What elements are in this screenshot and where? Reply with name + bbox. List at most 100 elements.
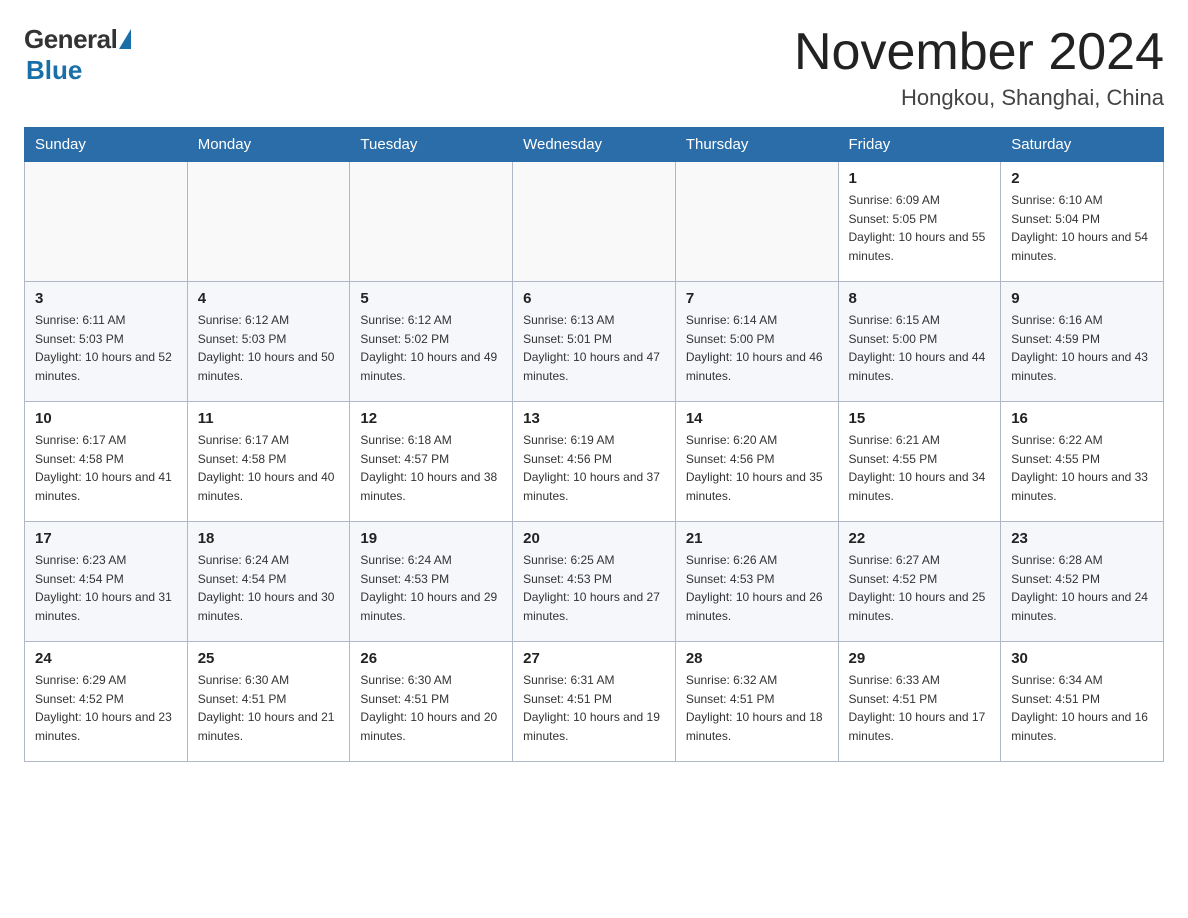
calendar-cell: 25Sunrise: 6:30 AMSunset: 4:51 PMDayligh… (187, 642, 350, 762)
day-info: Sunrise: 6:32 AMSunset: 4:51 PMDaylight:… (686, 671, 828, 745)
day-info: Sunrise: 6:22 AMSunset: 4:55 PMDaylight:… (1011, 431, 1153, 505)
day-info: Sunrise: 6:09 AMSunset: 5:05 PMDaylight:… (849, 191, 991, 265)
calendar-cell: 4 Sunrise: 6:12 AMSunset: 5:03 PMDaylight… (187, 282, 350, 402)
day-number: 12 (360, 410, 502, 427)
day-number: 4 (198, 290, 340, 307)
day-number: 23 (1011, 530, 1153, 547)
day-info: Sunrise: 6:33 AMSunset: 4:51 PMDaylight:… (849, 671, 991, 745)
day-number: 7 (686, 290, 828, 307)
calendar-cell: 19 Sunrise: 6:24 AMSunset: 4:53 PMDayligh… (350, 522, 513, 642)
calendar-cell: 11 Sunrise: 6:17 AMSunset: 4:58 PMDayligh… (187, 402, 350, 522)
calendar-cell (350, 162, 513, 282)
day-number: 29 (849, 650, 991, 667)
calendar-cell: 20 Sunrise: 6:25 AMSunset: 4:53 PMDayligh… (513, 522, 676, 642)
calendar-cell: 22Sunrise: 6:27 AMSunset: 4:52 PMDayligh… (838, 522, 1001, 642)
calendar-cell: 15 Sunrise: 6:21 AMSunset: 4:55 PMDayligh… (838, 402, 1001, 522)
weekday-header-tuesday: Tuesday (350, 128, 513, 162)
calendar-cell: 16 Sunrise: 6:22 AMSunset: 4:55 PMDayligh… (1001, 402, 1164, 522)
calendar-cell: 30 Sunrise: 6:34 AMSunset: 4:51 PMDayligh… (1001, 642, 1164, 762)
day-info: Sunrise: 6:14 AMSunset: 5:00 PMDaylight:… (686, 311, 828, 385)
location-title: Hongkou, Shanghai, China (794, 85, 1164, 111)
day-info: Sunrise: 6:13 AMSunset: 5:01 PMDaylight:… (523, 311, 665, 385)
weekday-header-monday: Monday (187, 128, 350, 162)
day-number: 26 (360, 650, 502, 667)
day-info: Sunrise: 6:21 AMSunset: 4:55 PMDaylight:… (849, 431, 991, 505)
day-info: Sunrise: 6:23 AMSunset: 4:54 PMDaylight:… (35, 551, 177, 625)
calendar-cell: 26Sunrise: 6:30 AMSunset: 4:51 PMDayligh… (350, 642, 513, 762)
calendar-cell: 13 Sunrise: 6:19 AMSunset: 4:56 PMDayligh… (513, 402, 676, 522)
weekday-header-sunday: Sunday (25, 128, 188, 162)
day-number: 18 (198, 530, 340, 547)
day-info: Sunrise: 6:34 AMSunset: 4:51 PMDaylight:… (1011, 671, 1153, 745)
day-number: 9 (1011, 290, 1153, 307)
day-number: 11 (198, 410, 340, 427)
day-info: Sunrise: 6:25 AMSunset: 4:53 PMDaylight:… (523, 551, 665, 625)
day-number: 30 (1011, 650, 1153, 667)
day-number: 20 (523, 530, 665, 547)
calendar-cell: 6 Sunrise: 6:13 AMSunset: 5:01 PMDaylight… (513, 282, 676, 402)
calendar-cell: 2Sunrise: 6:10 AMSunset: 5:04 PMDaylight… (1001, 162, 1164, 282)
logo: General Blue (24, 24, 131, 86)
day-number: 5 (360, 290, 502, 307)
day-number: 13 (523, 410, 665, 427)
calendar-cell: 23 Sunrise: 6:28 AMSunset: 4:52 PMDayligh… (1001, 522, 1164, 642)
day-info: Sunrise: 6:26 AMSunset: 4:53 PMDaylight:… (686, 551, 828, 625)
day-number: 17 (35, 530, 177, 547)
calendar-cell: 27Sunrise: 6:31 AMSunset: 4:51 PMDayligh… (513, 642, 676, 762)
day-info: Sunrise: 6:16 AMSunset: 4:59 PMDaylight:… (1011, 311, 1153, 385)
calendar-cell: 5 Sunrise: 6:12 AMSunset: 5:02 PMDaylight… (350, 282, 513, 402)
calendar-cell (25, 162, 188, 282)
day-number: 15 (849, 410, 991, 427)
day-number: 3 (35, 290, 177, 307)
calendar-cell: 8 Sunrise: 6:15 AMSunset: 5:00 PMDaylight… (838, 282, 1001, 402)
calendar-cell: 10 Sunrise: 6:17 AMSunset: 4:58 PMDayligh… (25, 402, 188, 522)
day-info: Sunrise: 6:17 AMSunset: 4:58 PMDaylight:… (198, 431, 340, 505)
day-info: Sunrise: 6:29 AMSunset: 4:52 PMDaylight:… (35, 671, 177, 745)
calendar-cell: 18 Sunrise: 6:24 AMSunset: 4:54 PMDayligh… (187, 522, 350, 642)
calendar-table: SundayMondayTuesdayWednesdayThursdayFrid… (24, 127, 1164, 762)
day-info: Sunrise: 6:18 AMSunset: 4:57 PMDaylight:… (360, 431, 502, 505)
day-info: Sunrise: 6:15 AMSunset: 5:00 PMDaylight:… (849, 311, 991, 385)
calendar-cell: 24 Sunrise: 6:29 AMSunset: 4:52 PMDayligh… (25, 642, 188, 762)
day-number: 10 (35, 410, 177, 427)
logo-triangle-icon (119, 29, 131, 49)
day-info: Sunrise: 6:19 AMSunset: 4:56 PMDaylight:… (523, 431, 665, 505)
day-info: Sunrise: 6:28 AMSunset: 4:52 PMDaylight:… (1011, 551, 1153, 625)
day-number: 14 (686, 410, 828, 427)
day-info: Sunrise: 6:27 AMSunset: 4:52 PMDaylight:… (849, 551, 991, 625)
day-number: 1 (849, 170, 991, 187)
calendar-cell: 28 Sunrise: 6:32 AMSunset: 4:51 PMDayligh… (675, 642, 838, 762)
logo-blue-text: Blue (26, 55, 82, 86)
calendar-cell (187, 162, 350, 282)
weekday-header-thursday: Thursday (675, 128, 838, 162)
day-info: Sunrise: 6:10 AMSunset: 5:04 PMDaylight:… (1011, 191, 1153, 265)
day-number: 16 (1011, 410, 1153, 427)
calendar-cell: 1 Sunrise: 6:09 AMSunset: 5:05 PMDaylight… (838, 162, 1001, 282)
day-number: 28 (686, 650, 828, 667)
day-number: 24 (35, 650, 177, 667)
calendar-cell: 3Sunrise: 6:11 AMSunset: 5:03 PMDaylight… (25, 282, 188, 402)
calendar-cell: 21 Sunrise: 6:26 AMSunset: 4:53 PMDayligh… (675, 522, 838, 642)
day-info: Sunrise: 6:24 AMSunset: 4:54 PMDaylight:… (198, 551, 340, 625)
weekday-header-saturday: Saturday (1001, 128, 1164, 162)
day-info: Sunrise: 6:12 AMSunset: 5:03 PMDaylight:… (198, 311, 340, 385)
month-title: November 2024 (794, 24, 1164, 81)
day-info: Sunrise: 6:12 AMSunset: 5:02 PMDaylight:… (360, 311, 502, 385)
calendar-cell: 29 Sunrise: 6:33 AMSunset: 4:51 PMDayligh… (838, 642, 1001, 762)
calendar-cell (513, 162, 676, 282)
day-info: Sunrise: 6:31 AMSunset: 4:51 PMDaylight:… (523, 671, 665, 745)
title-area: November 2024 Hongkou, Shanghai, China (794, 24, 1164, 111)
calendar-cell (675, 162, 838, 282)
day-info: Sunrise: 6:30 AMSunset: 4:51 PMDaylight:… (198, 671, 340, 745)
day-info: Sunrise: 6:20 AMSunset: 4:56 PMDaylight:… (686, 431, 828, 505)
day-number: 8 (849, 290, 991, 307)
page-header: General Blue November 2024 Hongkou, Shan… (24, 24, 1164, 111)
calendar-cell: 17 Sunrise: 6:23 AMSunset: 4:54 PMDayligh… (25, 522, 188, 642)
calendar-cell: 7 Sunrise: 6:14 AMSunset: 5:00 PMDaylight… (675, 282, 838, 402)
day-number: 6 (523, 290, 665, 307)
day-number: 21 (686, 530, 828, 547)
day-info: Sunrise: 6:17 AMSunset: 4:58 PMDaylight:… (35, 431, 177, 505)
calendar-cell: 9 Sunrise: 6:16 AMSunset: 4:59 PMDaylight… (1001, 282, 1164, 402)
day-number: 19 (360, 530, 502, 547)
day-info: Sunrise: 6:24 AMSunset: 4:53 PMDaylight:… (360, 551, 502, 625)
